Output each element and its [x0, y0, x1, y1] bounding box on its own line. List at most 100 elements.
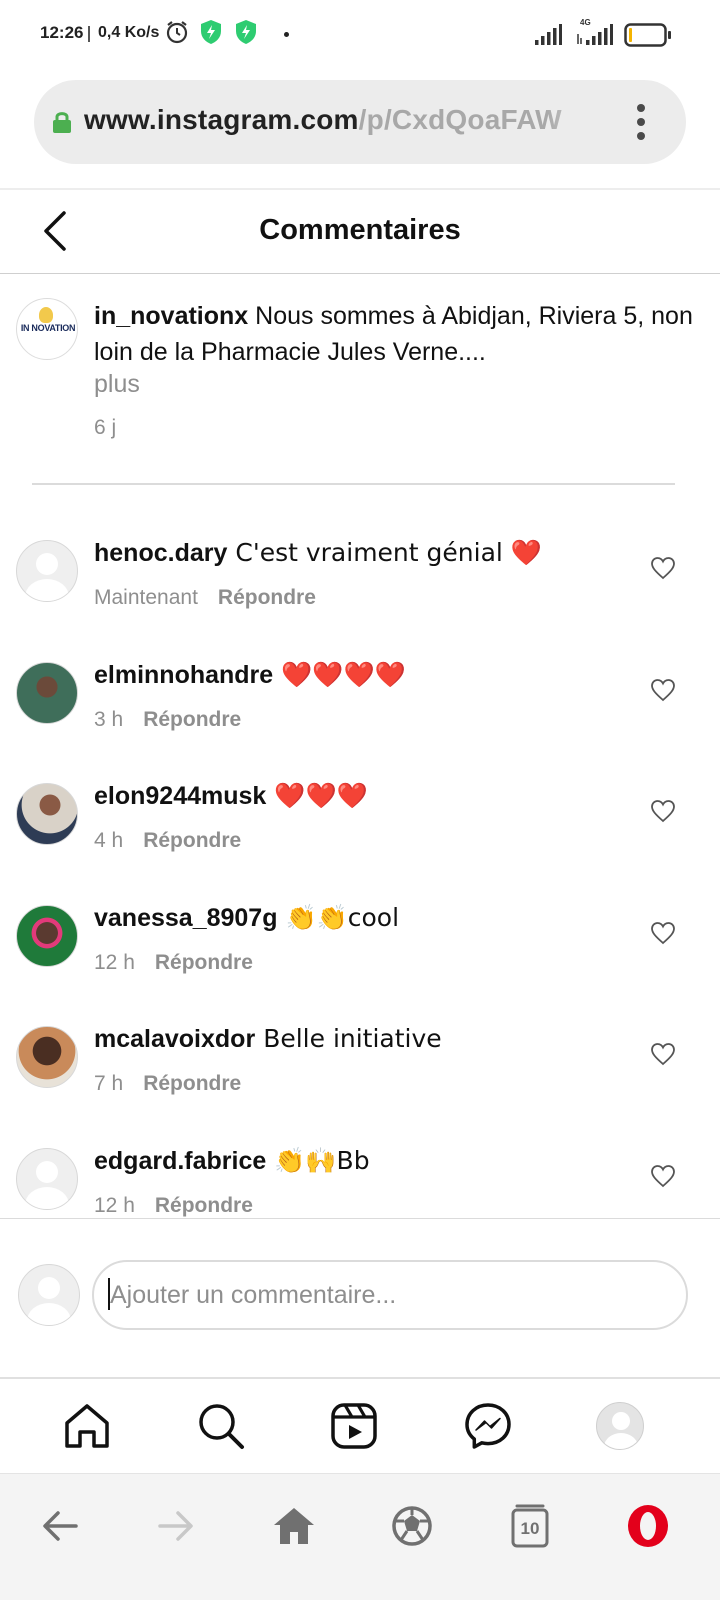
comment-text-line: henoc.dary C'est vraiment génial ❤️: [94, 538, 542, 568]
home-icon[interactable]: [62, 1401, 112, 1451]
comment-meta: 7 h Répondre: [94, 1072, 241, 1096]
comment-text-line: elminnohandre ❤️❤️❤️❤️: [94, 660, 406, 690]
comment-text-line: edgard.fabrice 👏🙌Bb: [94, 1146, 370, 1176]
comment-timestamp: 12 h: [94, 950, 135, 974]
like-heart-icon[interactable]: [650, 556, 676, 580]
commenter-username[interactable]: mcalavoixdor: [94, 1025, 255, 1053]
like-heart-icon[interactable]: [650, 1164, 676, 1188]
battery-icon: [624, 23, 671, 47]
tab-count: 10: [520, 1519, 540, 1538]
commenter-username[interactable]: edgard.fabrice: [94, 1147, 266, 1175]
reply-button[interactable]: Répondre: [155, 951, 253, 974]
comment-text: ❤️❤️❤️: [274, 781, 368, 810]
reply-button[interactable]: Répondre: [143, 829, 241, 852]
opera-logo-icon[interactable]: [624, 1502, 672, 1550]
reply-button[interactable]: Répondre: [143, 1072, 241, 1095]
comment-timestamp: 7 h: [94, 1072, 124, 1095]
comment-item: mcalavoixdor Belle initiative 7 h Répondre: [0, 1006, 720, 1128]
tabs-icon[interactable]: 10: [506, 1502, 554, 1550]
commenter-username[interactable]: elon9244musk: [94, 782, 266, 810]
status-separator: [88, 26, 90, 42]
instagram-bottom-nav: [0, 1379, 720, 1473]
like-heart-icon[interactable]: [650, 921, 676, 945]
comment-input[interactable]: [92, 1260, 688, 1330]
caption-timestamp: 6 j: [94, 416, 117, 439]
comment-meta: Maintenant Répondre: [94, 586, 316, 610]
commenter-avatar[interactable]: [16, 661, 78, 724]
comment-timestamp: 4 h: [94, 829, 124, 852]
commenter-avatar[interactable]: [16, 1026, 78, 1088]
comment-timestamp: Maintenant: [94, 586, 198, 609]
commenter-username[interactable]: vanessa_8907g: [94, 904, 277, 932]
like-heart-icon[interactable]: [650, 799, 676, 823]
status-time: 12:26: [40, 23, 84, 42]
address-bar[interactable]: www.instagram.com/p/CxdQoaFAW: [34, 80, 686, 164]
commenter-avatar[interactable]: [16, 540, 78, 602]
browser-menu-button[interactable]: [634, 104, 648, 140]
comment-item: elon9244musk ❤️❤️❤️ 4 h Répondre: [0, 763, 720, 885]
caption-more-link[interactable]: plus: [94, 370, 140, 399]
url-text[interactable]: www.instagram.com/p/CxdQoaFAW: [84, 104, 624, 144]
comments-list[interactable]: henoc.dary C'est vraiment génial ❤️ Maint…: [0, 520, 720, 1218]
caption-username[interactable]: in_novationx: [94, 302, 248, 330]
signal-4g-icon: [577, 24, 613, 45]
comment-text: 👏👏cool: [285, 902, 400, 932]
comment-meta: 12 h Répondre: [94, 951, 253, 975]
like-heart-icon[interactable]: [650, 678, 676, 702]
status-network-speed: 0,4 Ko/s: [98, 24, 160, 41]
shield-charge-icon: [236, 20, 256, 44]
reply-button[interactable]: Répondre: [143, 708, 241, 731]
comment-text: ❤️❤️❤️❤️: [281, 659, 406, 689]
comment-meta: 4 h Répondre: [94, 829, 241, 853]
commenter-avatar[interactable]: [16, 904, 78, 967]
home-icon[interactable]: [270, 1502, 318, 1550]
forward-arrow-icon[interactable]: [152, 1502, 200, 1550]
browser-toolbar: 10: [0, 1473, 720, 1600]
reply-button[interactable]: Répondre: [155, 1194, 253, 1217]
signal-icon: [535, 24, 562, 45]
comments-header: Commentaires: [0, 190, 720, 274]
comment-item: elminnohandre ❤️❤️❤️❤️ 3 h Répondre: [0, 642, 720, 764]
comment-meta: 3 h Répondre: [94, 708, 241, 732]
comment-item: henoc.dary C'est vraiment génial ❤️ Maint…: [0, 520, 720, 642]
text-caret: [108, 1278, 110, 1310]
reply-button[interactable]: Répondre: [218, 586, 316, 609]
current-user-avatar: [18, 1264, 80, 1326]
comment-timestamp: 3 h: [94, 707, 124, 731]
comment-text: 👏🙌Bb: [274, 1145, 370, 1175]
alarm-icon: [166, 21, 188, 44]
comment-text-line: elon9244musk ❤️❤️❤️: [94, 781, 368, 811]
comment-meta: 12 h Répondre: [94, 1194, 253, 1218]
caption-text-block: in_novationx Nous sommes à Abidjan, Rivi…: [94, 298, 694, 370]
commenter-avatar[interactable]: [16, 783, 78, 845]
search-icon[interactable]: [196, 1401, 246, 1451]
comment-text: Belle initiative: [263, 1024, 442, 1053]
comment-text-line: mcalavoixdor Belle initiative: [94, 1024, 442, 1054]
divider: [0, 1218, 720, 1219]
author-avatar[interactable]: IN NOVATION: [16, 298, 78, 360]
comment-text-line: vanessa_8907g 👏👏cool: [94, 903, 399, 933]
lightbulb-icon: [39, 307, 53, 323]
comment-timestamp: 12 h: [94, 1193, 135, 1217]
post-caption: IN NOVATION in_novationx Nous sommes à A…: [0, 290, 720, 440]
profile-avatar[interactable]: [596, 1402, 644, 1450]
comment-text: C'est vraiment génial ❤️: [235, 538, 542, 567]
lock-icon: [53, 112, 71, 133]
like-heart-icon[interactable]: [650, 1042, 676, 1066]
comment-composer: [0, 1240, 720, 1350]
back-arrow-icon[interactable]: [36, 1502, 84, 1550]
shield-charge-icon: [201, 20, 221, 44]
speed-dial-icon[interactable]: [388, 1502, 436, 1550]
status-bar: 12:26 0,4 Ko/s 4G: [0, 0, 720, 68]
comment-item: vanessa_8907g 👏👏cool 12 h Répondre: [0, 885, 720, 1007]
comment-item: edgard.fabrice 👏🙌Bb 12 h Répondre: [0, 1128, 720, 1219]
page-title: Commentaires: [259, 214, 461, 246]
url-path: /p/CxdQoaFAW: [358, 104, 562, 135]
url-host: www.instagram.com: [84, 104, 359, 135]
messenger-icon[interactable]: [463, 1401, 513, 1451]
commenter-username[interactable]: henoc.dary: [94, 539, 227, 567]
reels-icon[interactable]: [329, 1401, 379, 1451]
commenter-username[interactable]: elminnohandre: [94, 661, 273, 689]
commenter-avatar[interactable]: [16, 1147, 78, 1210]
author-logo-text: IN NOVATION: [20, 323, 76, 333]
